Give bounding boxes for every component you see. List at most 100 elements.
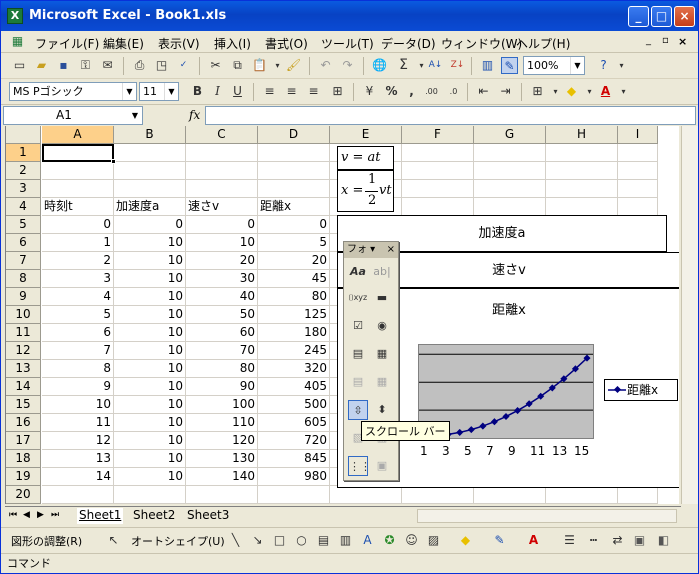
- picture-icon[interactable]: ▨: [425, 532, 442, 549]
- menu-insert[interactable]: 挿入(I): [214, 35, 251, 52]
- row-header-12[interactable]: 12: [6, 342, 41, 360]
- row-header-1[interactable]: 1: [6, 144, 41, 162]
- hyperlink-icon[interactable]: 🌐: [371, 57, 388, 74]
- data-point-6[interactable]: [490, 418, 498, 426]
- row-header-2[interactable]: 2: [6, 162, 41, 180]
- cell-G3[interactable]: [474, 180, 546, 198]
- row-header-11[interactable]: 11: [6, 324, 41, 342]
- col-header-A[interactable]: A: [42, 126, 114, 144]
- cell-C5[interactable]: 0: [186, 216, 258, 234]
- col-header-E[interactable]: E: [330, 126, 402, 144]
- increase-decimal-icon[interactable]: .00: [423, 83, 440, 100]
- comma-icon[interactable]: ,: [403, 83, 420, 100]
- cell-D15[interactable]: 500: [258, 396, 330, 414]
- cell-D11[interactable]: 180: [258, 324, 330, 342]
- minimize-button[interactable]: _: [628, 6, 649, 27]
- row-header-19[interactable]: 19: [6, 468, 41, 486]
- workbook-icon[interactable]: ▦: [9, 33, 26, 50]
- cell-G1[interactable]: [474, 144, 546, 162]
- option-button-icon[interactable]: ◉: [372, 316, 392, 336]
- menu-help[interactable]: ヘルプ(H): [516, 35, 570, 52]
- row-header-7[interactable]: 7: [6, 252, 41, 270]
- increase-indent-icon[interactable]: ⇥: [497, 83, 514, 100]
- cell-B1[interactable]: [114, 144, 186, 162]
- cell-C3[interactable]: [186, 180, 258, 198]
- merge-center-icon[interactable]: ⊞: [329, 83, 346, 100]
- currency-icon[interactable]: ¥: [361, 83, 378, 100]
- cell-D19[interactable]: 980: [258, 468, 330, 486]
- cell-D3[interactable]: [258, 180, 330, 198]
- menu-data[interactable]: データ(D): [381, 35, 436, 52]
- cell-A12[interactable]: 7: [42, 342, 114, 360]
- align-left-icon[interactable]: ≡: [261, 83, 278, 100]
- cell-B3[interactable]: [114, 180, 186, 198]
- cell-A11[interactable]: 6: [42, 324, 114, 342]
- open-icon[interactable]: ▰: [33, 57, 50, 74]
- borders-dropdown-icon[interactable]: ▾: [547, 83, 564, 100]
- cell-B4[interactable]: 加速度a: [114, 198, 186, 216]
- shadow-icon[interactable]: ▣: [631, 532, 648, 549]
- cell-D7[interactable]: 20: [258, 252, 330, 270]
- autosum-icon[interactable]: Σ: [395, 57, 412, 74]
- cell-C9[interactable]: 40: [186, 288, 258, 306]
- cell-D9[interactable]: 80: [258, 288, 330, 306]
- redo-icon[interactable]: ↷: [339, 57, 356, 74]
- scroll-bar-icon[interactable]: ⇳: [348, 400, 368, 420]
- cell-F1[interactable]: [402, 144, 474, 162]
- insert-function-icon[interactable]: fx: [189, 108, 200, 122]
- format-painter-icon[interactable]: 🖌: [285, 57, 302, 74]
- col-header-D[interactable]: D: [258, 126, 330, 144]
- cell-G2[interactable]: [474, 162, 546, 180]
- vertical-scrollbar[interactable]: [681, 126, 698, 504]
- doc-close-button[interactable]: ×: [678, 35, 687, 48]
- cell-G20[interactable]: [474, 486, 546, 504]
- cell-C8[interactable]: 30: [186, 270, 258, 288]
- forms-close-icon[interactable]: ×: [387, 242, 395, 258]
- cell-F3[interactable]: [402, 180, 474, 198]
- cell-D12[interactable]: 245: [258, 342, 330, 360]
- cell-D6[interactable]: 5: [258, 234, 330, 252]
- italic-icon[interactable]: I: [209, 83, 226, 100]
- menu-view[interactable]: 表示(V): [158, 35, 200, 52]
- cell-I2[interactable]: [618, 162, 658, 180]
- col-header-H[interactable]: H: [546, 126, 618, 144]
- arrow-style-icon[interactable]: ⇄: [609, 532, 626, 549]
- row-header-20[interactable]: 20: [6, 486, 41, 504]
- cell-D13[interactable]: 320: [258, 360, 330, 378]
- cell-A15[interactable]: 10: [42, 396, 114, 414]
- cell-C17[interactable]: 120: [186, 432, 258, 450]
- select-all-corner[interactable]: [6, 126, 41, 144]
- name-box[interactable]: A1 ▼: [3, 106, 143, 125]
- cell-D4[interactable]: 距離x: [258, 198, 330, 216]
- cell-D1[interactable]: [258, 144, 330, 162]
- cell-A18[interactable]: 13: [42, 450, 114, 468]
- cell-F4[interactable]: [402, 198, 474, 216]
- cell-I3[interactable]: [618, 180, 658, 198]
- menu-format[interactable]: 書式(O): [265, 35, 308, 52]
- tab-sheet2[interactable]: Sheet2: [131, 508, 177, 524]
- formula-input[interactable]: [205, 106, 696, 125]
- cell-C10[interactable]: 50: [186, 306, 258, 324]
- cell-B12[interactable]: 10: [114, 342, 186, 360]
- cell-A2[interactable]: [42, 162, 114, 180]
- cell-H1[interactable]: [546, 144, 618, 162]
- row-header-6[interactable]: 6: [6, 234, 41, 252]
- cell-A14[interactable]: 9: [42, 378, 114, 396]
- menu-window[interactable]: ウィンドウ(W): [441, 35, 522, 52]
- data-point-4[interactable]: [467, 426, 475, 434]
- copy-icon[interactable]: ⧉: [229, 57, 246, 74]
- group-box-icon[interactable]: ⌷xyz: [348, 288, 368, 308]
- cell-A10[interactable]: 5: [42, 306, 114, 324]
- cell-I20[interactable]: [618, 486, 658, 504]
- cell-B13[interactable]: 10: [114, 360, 186, 378]
- chart-legend[interactable]: 距離x: [604, 379, 678, 401]
- cell-A9[interactable]: 4: [42, 288, 114, 306]
- combo-box-icon[interactable]: ▦: [372, 344, 392, 364]
- rectangle-icon[interactable]: □: [271, 532, 288, 549]
- equation-x[interactable]: x = 1 2 vt: [337, 170, 394, 212]
- decrease-decimal-icon[interactable]: .0: [445, 83, 462, 100]
- menu-file[interactable]: ファイル(F): [35, 35, 99, 52]
- draw-adjust-button[interactable]: 図形の調整(R): [11, 533, 82, 549]
- last-sheet-icon[interactable]: ⏭: [51, 510, 59, 520]
- wordart-icon[interactable]: A: [359, 532, 376, 549]
